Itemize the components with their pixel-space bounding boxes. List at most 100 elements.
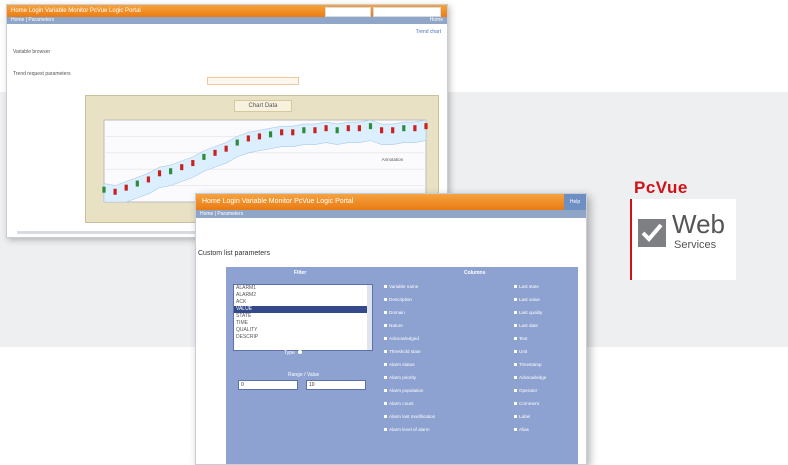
login-field[interactable] bbox=[325, 7, 371, 17]
checkbox-icon[interactable] bbox=[514, 285, 517, 289]
data-point bbox=[357, 125, 361, 132]
checkbox-icon[interactable] bbox=[514, 415, 517, 419]
radio-icon[interactable] bbox=[298, 350, 303, 354]
checkbox-icon[interactable] bbox=[384, 350, 387, 354]
data-point bbox=[280, 129, 284, 136]
data-point bbox=[368, 123, 373, 130]
column-checkbox[interactable]: Last date bbox=[514, 323, 538, 328]
checkbox-icon[interactable] bbox=[514, 363, 517, 367]
checkbox-icon[interactable] bbox=[514, 337, 517, 341]
column-checkbox[interactable]: Unit bbox=[514, 349, 527, 354]
trend-chart-link[interactable]: Trend chart bbox=[416, 29, 441, 35]
checkbox-label: Alarm population bbox=[389, 388, 424, 393]
checkbox-icon[interactable] bbox=[384, 376, 387, 380]
column-checkbox[interactable]: Alarm level of alarm bbox=[384, 427, 430, 432]
services-label: Services bbox=[674, 239, 717, 251]
column-checkbox[interactable]: Operator bbox=[514, 388, 537, 393]
variable-browser-link[interactable]: Variable browser bbox=[13, 49, 50, 55]
checkbox-icon[interactable] bbox=[384, 428, 387, 432]
checkbox-icon[interactable] bbox=[384, 311, 387, 315]
checkbox-icon[interactable] bbox=[384, 415, 387, 419]
data-point bbox=[379, 127, 384, 134]
checkbox-icon[interactable] bbox=[514, 389, 517, 393]
column-checkbox[interactable]: Nature bbox=[384, 323, 403, 328]
checkbox-icon[interactable] bbox=[514, 350, 517, 354]
column-checkbox[interactable]: Alias bbox=[514, 427, 529, 432]
checkbox-label: Alias bbox=[519, 427, 529, 432]
checkbox-icon[interactable] bbox=[514, 376, 517, 380]
checkbox-icon[interactable] bbox=[384, 337, 387, 341]
checkbox-label: Last state bbox=[519, 284, 539, 289]
checkbox-label: Last date bbox=[519, 323, 538, 328]
checkbox-icon[interactable] bbox=[384, 389, 387, 393]
checkbox-label: Alarm count bbox=[389, 401, 414, 406]
range-to-input[interactable]: 10 bbox=[306, 380, 366, 390]
column-checkbox[interactable]: Threshold state bbox=[384, 349, 421, 354]
checkbox-icon[interactable] bbox=[384, 285, 387, 289]
type-radio-group[interactable]: Type bbox=[284, 350, 304, 356]
column-checkbox[interactable]: Description bbox=[384, 297, 412, 302]
column-checkbox[interactable]: Last quality bbox=[514, 310, 542, 315]
checkmark-icon bbox=[638, 219, 666, 247]
checkbox-icon[interactable] bbox=[514, 428, 517, 432]
checkbox-icon[interactable] bbox=[384, 363, 387, 367]
data-point bbox=[424, 123, 428, 130]
column-checkbox[interactable]: Alarm last modification bbox=[384, 414, 435, 419]
chart-annotation: Annotation bbox=[382, 157, 404, 162]
data-point bbox=[335, 127, 339, 134]
menu-right-link[interactable]: Home bbox=[430, 17, 443, 24]
data-point bbox=[191, 160, 195, 167]
variable-listbox[interactable]: ALARM1 ALARM2 ACK VALUE STATE TIME QUALITY DESC… bbox=[233, 284, 373, 351]
trend-parameters-link[interactable]: Trend request parameters bbox=[13, 71, 71, 77]
column-checkbox[interactable]: Alarm priority bbox=[384, 375, 416, 380]
list-option[interactable]: STATE bbox=[234, 313, 372, 320]
checkbox-icon[interactable] bbox=[384, 298, 387, 302]
web-services-badge: Web Services bbox=[630, 199, 736, 280]
column-checkbox[interactable]: Alarm population bbox=[384, 388, 423, 393]
data-point bbox=[302, 127, 306, 134]
data-point bbox=[246, 135, 250, 142]
checkbox-label: Variable name bbox=[389, 284, 419, 289]
listbox-scrollbar[interactable] bbox=[367, 285, 372, 350]
checkbox-icon[interactable] bbox=[384, 324, 387, 328]
checkbox-icon[interactable] bbox=[384, 402, 387, 406]
range-from-input[interactable]: 0 bbox=[238, 380, 298, 390]
list-option[interactable]: DESCRIP bbox=[234, 334, 372, 341]
data-point bbox=[202, 153, 206, 160]
list-option[interactable]: ACK bbox=[234, 299, 372, 306]
checkbox-label: Label bbox=[519, 414, 531, 419]
list-option[interactable]: QUALITY bbox=[234, 327, 372, 334]
column-checkbox[interactable]: Variable name bbox=[384, 284, 418, 289]
list-option[interactable]: ALARM1 bbox=[234, 285, 372, 292]
search-field[interactable] bbox=[373, 7, 441, 17]
data-point bbox=[113, 188, 117, 195]
column-checkbox[interactable]: Alarm count bbox=[384, 401, 414, 406]
column-checkbox[interactable]: Acknowledged bbox=[384, 336, 419, 341]
help-button[interactable]: Help bbox=[564, 194, 586, 210]
data-point bbox=[213, 149, 217, 156]
column-checkbox[interactable]: Acknowledge bbox=[514, 375, 546, 380]
checkbox-label: Acknowledged bbox=[389, 336, 419, 341]
menu-links[interactable]: Home | Parameters bbox=[11, 17, 54, 23]
list-option[interactable]: VALUE bbox=[234, 306, 372, 313]
checkbox-icon[interactable] bbox=[514, 311, 517, 315]
column-checkbox[interactable]: Label bbox=[514, 414, 530, 419]
column-checkbox[interactable]: Domain bbox=[384, 310, 405, 315]
column-checkbox[interactable]: Comment bbox=[514, 401, 539, 406]
data-point bbox=[102, 186, 106, 193]
column-checkbox[interactable]: Alarm status bbox=[384, 362, 415, 367]
menu-bar: Home | Parameters Home bbox=[7, 17, 447, 24]
list-option[interactable]: ALARM2 bbox=[234, 292, 372, 299]
column-checkbox[interactable]: Timestamp bbox=[514, 362, 542, 367]
range-label: Range / Value bbox=[288, 372, 320, 378]
menu-links[interactable]: Home | Parameters bbox=[200, 211, 243, 217]
checkbox-icon[interactable] bbox=[514, 298, 517, 302]
column-checkbox[interactable]: Text bbox=[514, 336, 527, 341]
column-checkbox[interactable]: Last state bbox=[514, 284, 539, 289]
column-checkbox[interactable]: Last value bbox=[514, 297, 540, 302]
type-label: Type bbox=[284, 350, 295, 356]
checkbox-icon[interactable] bbox=[514, 402, 517, 406]
checkbox-label: Last quality bbox=[519, 310, 543, 315]
list-option[interactable]: TIME bbox=[234, 320, 372, 327]
checkbox-icon[interactable] bbox=[514, 324, 517, 328]
